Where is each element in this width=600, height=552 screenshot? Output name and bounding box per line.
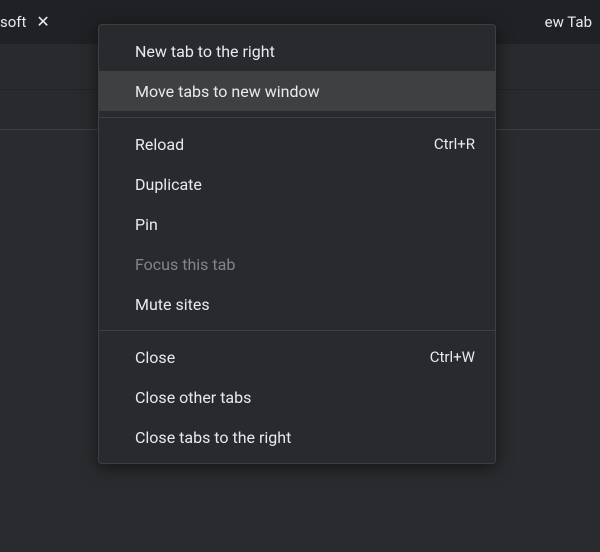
menu-item-label: Focus this tab [135,255,235,274]
menu-item-label: Reload [135,135,184,154]
menu-item-label: Mute sites [135,295,210,314]
menu-separator [99,330,495,331]
menu-item-label: Close [135,348,175,367]
menu-item-label: Close tabs to the right [135,428,291,447]
tab-title-fragment-left: soft [0,13,26,31]
close-icon[interactable]: ✕ [36,14,49,30]
menu-duplicate[interactable]: Duplicate [99,164,495,204]
menu-item-label: Pin [135,215,158,234]
tab-other-partial[interactable]: ew Tab [545,0,600,44]
tab-context-menu: New tab to the right Move tabs to new win… [98,24,496,464]
menu-item-shortcut: Ctrl+W [430,348,475,366]
menu-close-other-tabs[interactable]: Close other tabs [99,377,495,417]
menu-pin[interactable]: Pin [99,204,495,244]
menu-move-tabs-new-window[interactable]: Move tabs to new window [99,71,495,111]
menu-close[interactable]: Close Ctrl+W [99,337,495,377]
menu-item-label: Close other tabs [135,388,251,407]
menu-separator [99,117,495,118]
menu-item-shortcut: Ctrl+R [434,135,475,153]
menu-focus-this-tab: Focus this tab [99,244,495,284]
menu-mute-sites[interactable]: Mute sites [99,284,495,324]
tab-title-fragment-right: ew Tab [545,13,592,31]
menu-item-label: New tab to the right [135,42,275,61]
menu-close-tabs-right[interactable]: Close tabs to the right [99,417,495,457]
menu-item-label: Move tabs to new window [135,82,320,101]
menu-reload[interactable]: Reload Ctrl+R [99,124,495,164]
menu-new-tab-right[interactable]: New tab to the right [99,31,495,71]
tab-active-partial[interactable]: soft ✕ [0,0,58,44]
menu-item-label: Duplicate [135,175,202,194]
